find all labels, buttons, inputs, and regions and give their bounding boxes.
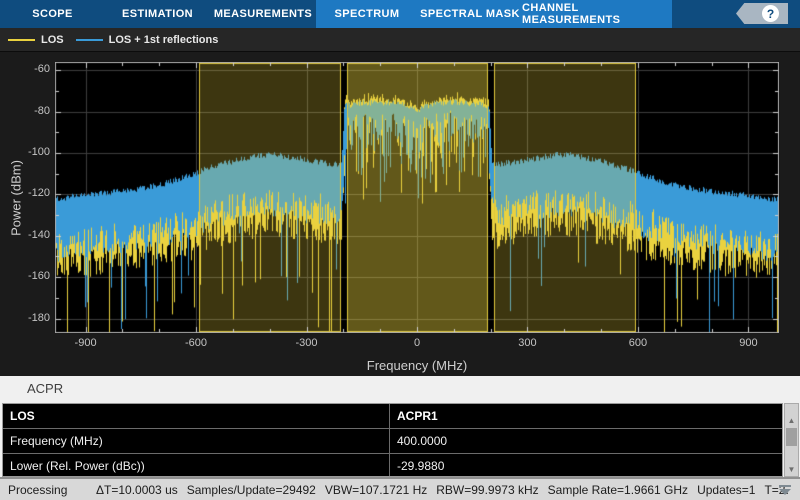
spectrum-analyzer-window: SCOPE ESTIMATION MEASUREMENTS SPECTRUM S…: [0, 0, 800, 500]
tab-scope[interactable]: SCOPE: [0, 0, 105, 28]
help-icon: ?: [762, 5, 779, 22]
y-tick-label: -100: [10, 146, 50, 158]
table-row[interactable]: Lower (Rel. Power (dBc)) -29.9880: [3, 454, 782, 477]
x-tick-label: 600: [613, 337, 663, 349]
status-vbw: VBW=107.1721 Hz: [325, 483, 427, 497]
acpr-table-header-row: LOS ACPR1: [3, 404, 782, 429]
acpr-row-lower-label: Lower (Rel. Power (dBc)): [3, 454, 390, 477]
legend-item-los[interactable]: LOS: [8, 34, 64, 46]
spectrum-figure: -180-160-140-120-100-80-60 -900-600-3000…: [0, 52, 800, 376]
acpr-row-frequency-label: Frequency (MHz): [3, 429, 390, 453]
acpr-panel: ACPR LOS ACPR1 Frequency (MHz) 400.0000 …: [0, 376, 800, 477]
tab-estimation[interactable]: ESTIMATION: [105, 0, 210, 28]
status-delta-t: ΔT=10.0003 us: [96, 483, 178, 497]
spectrum-plot-canvas[interactable]: [55, 62, 779, 333]
acpr-row-frequency-value: 400.0000: [390, 429, 782, 453]
legend-item-los-reflections[interactable]: LOS + 1st reflections: [76, 34, 219, 46]
y-tick-label: -160: [10, 270, 50, 282]
y-axis-title: Power (dBm): [9, 160, 24, 236]
scroll-down-icon[interactable]: ▼: [785, 463, 798, 475]
status-state: Processing: [8, 483, 96, 497]
acpr-row-lower-value: -29.9880: [390, 454, 782, 477]
x-tick-label: 0: [392, 337, 442, 349]
los-reflections-line-swatch: [76, 39, 103, 41]
x-axis-title: Frequency (MHz): [367, 358, 467, 373]
x-tick-label: -900: [61, 337, 111, 349]
y-tick-label: -180: [10, 312, 50, 324]
tab-measurements[interactable]: MEASUREMENTS: [210, 0, 316, 28]
acpr-column-header-los: LOS: [3, 404, 390, 428]
help-button[interactable]: ?: [736, 3, 788, 24]
plot-legend: LOS LOS + 1st reflections: [0, 28, 800, 52]
legend-label: LOS + 1st reflections: [109, 34, 219, 46]
tab-spectrum[interactable]: SPECTRUM: [316, 0, 418, 28]
status-rbw: RBW=99.9973 kHz: [436, 483, 538, 497]
toolstrip: SCOPE ESTIMATION MEASUREMENTS SPECTRUM S…: [0, 0, 800, 28]
status-updates: Updates=1: [697, 483, 755, 497]
x-tick-label: 300: [502, 337, 552, 349]
scroll-to-bottom-icon[interactable]: [778, 485, 792, 496]
scroll-up-icon[interactable]: ▲: [785, 414, 798, 426]
scrollbar-thumb[interactable]: [786, 428, 797, 446]
table-row[interactable]: Frequency (MHz) 400.0000: [3, 429, 782, 454]
table-scrollbar[interactable]: ▲ ▼: [784, 403, 799, 477]
acpr-panel-title: ACPR: [27, 381, 63, 396]
legend-label: LOS: [41, 34, 64, 46]
y-tick-label: -60: [10, 63, 50, 75]
los-line-swatch: [8, 39, 35, 41]
tab-channel-measurements[interactable]: CHANNEL MEASUREMENTS: [522, 0, 672, 28]
status-samples-per-update: Samples/Update=29492: [187, 483, 316, 497]
acpr-table: LOS ACPR1 Frequency (MHz) 400.0000 Lower…: [2, 403, 783, 477]
tab-spectral-mask[interactable]: SPECTRAL MASK: [418, 0, 522, 28]
x-tick-label: 900: [723, 337, 773, 349]
acpr-column-header-acpr1: ACPR1: [390, 404, 782, 428]
status-sample-rate: Sample Rate=1.9661 GHz: [548, 483, 688, 497]
y-tick-label: -80: [10, 105, 50, 117]
status-bar: Processing ΔT=10.0003 us Samples/Update=…: [0, 477, 800, 500]
x-tick-label: -600: [171, 337, 221, 349]
x-tick-label: -300: [282, 337, 332, 349]
toolbar-spacer: ?: [672, 0, 800, 28]
